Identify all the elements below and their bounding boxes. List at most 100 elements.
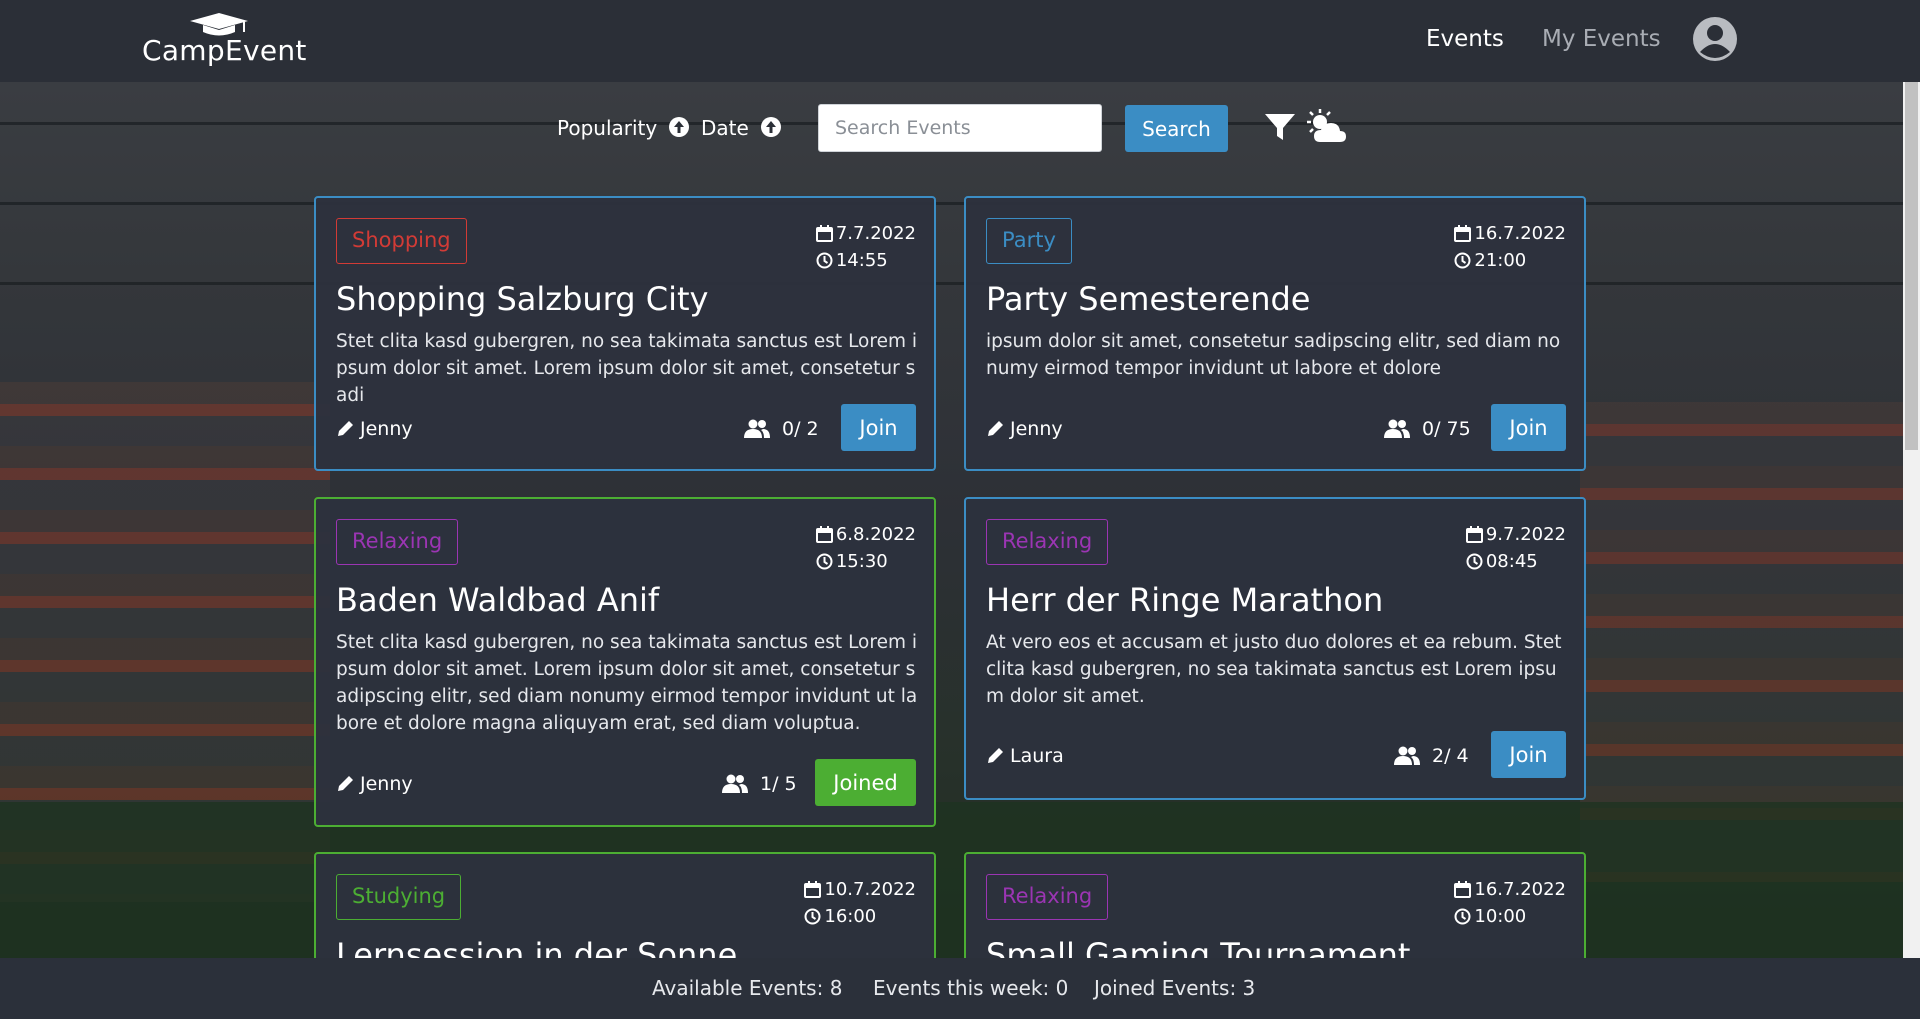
clock-icon: [1466, 553, 1483, 570]
user-avatar-icon[interactable]: [1692, 16, 1738, 62]
event-card[interactable]: Shopping 7.7.2022 14:55 Shopping Salzbur…: [314, 196, 936, 471]
participant-count-value: 0/ 2: [782, 418, 819, 440]
arrow-up-circle-icon[interactable]: [760, 116, 782, 138]
event-date: 16.7.2022: [1474, 223, 1566, 244]
clock-icon: [1454, 908, 1471, 925]
author-name: Laura: [1010, 745, 1064, 767]
event-description: At vero eos et accusam et justo duo dolo…: [986, 632, 1562, 707]
calendar-icon: [1454, 881, 1472, 898]
sort-date-label[interactable]: Date: [701, 116, 749, 140]
scrollbar-thumb[interactable]: [1905, 82, 1918, 450]
event-title: Lernsession in der Sonne: [336, 936, 738, 958]
stats-footer: Available Events: 8 Events this week: 0 …: [0, 958, 1920, 1019]
event-title: Herr der Ringe Marathon: [986, 581, 1384, 619]
category-tag: Shopping: [336, 218, 467, 264]
event-date: 10.7.2022: [824, 879, 916, 900]
calendar-icon: [815, 225, 833, 242]
logo-text: CampEvent: [142, 34, 307, 67]
users-icon: [722, 774, 748, 793]
event-card[interactable]: Party 16.7.2022 21:00 Party Semesterende…: [964, 196, 1586, 471]
event-author: Laura: [986, 745, 1064, 767]
clock-icon: [816, 252, 833, 269]
join-button[interactable]: Join: [1491, 731, 1566, 778]
event-time: 10:00: [1474, 906, 1527, 927]
event-date: 7.7.2022: [835, 223, 916, 244]
event-title: Shopping Salzburg City: [336, 280, 709, 318]
event-time: 14:55: [835, 250, 888, 271]
event-datetime: 6.8.2022 15:30: [815, 521, 916, 575]
users-icon: [1384, 419, 1410, 438]
event-card[interactable]: Relaxing 9.7.2022 08:45 Herr der Ringe M…: [964, 497, 1586, 800]
users-icon: [744, 419, 770, 438]
join-button[interactable]: Join: [841, 404, 916, 451]
event-description: ipsum dolor sit amet, consetetur sadipsc…: [986, 331, 1561, 379]
campevent-logo[interactable]: CampEvent: [140, 12, 306, 70]
event-datetime: 9.7.2022 08:45: [1465, 521, 1566, 575]
event-time: 15:30: [835, 551, 888, 572]
nav-events-link[interactable]: Events: [1426, 26, 1504, 52]
pencil-icon: [988, 421, 1003, 436]
participant-count-value: 2/ 4: [1432, 745, 1469, 767]
graduation-cap-icon: [190, 13, 248, 36]
sort-popularity-label[interactable]: Popularity: [557, 116, 657, 140]
event-author: Jenny: [336, 773, 413, 795]
event-author: Jenny: [336, 418, 413, 440]
participant-count-value: 0/ 75: [1422, 418, 1471, 440]
event-title: Small Gaming Tournament: [986, 936, 1411, 958]
users-icon: [1394, 746, 1420, 765]
event-date: 16.7.2022: [1474, 879, 1566, 900]
event-toolbar: Popularity Date Search: [0, 100, 1903, 156]
participant-count: 2/ 4: [1394, 745, 1469, 767]
event-description: Stet clita kasd gubergren, no sea takima…: [336, 632, 918, 734]
event-title: Baden Waldbad Anif: [336, 581, 660, 619]
pencil-icon: [338, 776, 353, 791]
search-button[interactable]: Search: [1125, 105, 1228, 152]
event-time: 08:45: [1485, 551, 1538, 572]
calendar-icon: [815, 526, 833, 543]
event-title: Party Semesterende: [986, 280, 1311, 318]
author-name: Jenny: [360, 773, 413, 795]
category-tag: Studying: [336, 874, 462, 920]
author-name: Jenny: [360, 418, 413, 440]
participant-count: 1/ 5: [722, 773, 797, 795]
calendar-icon: [1454, 225, 1472, 242]
clock-icon: [804, 908, 821, 925]
event-date: 6.8.2022: [835, 524, 916, 545]
event-author: Jenny: [986, 418, 1063, 440]
event-description: Stet clita kasd gubergren, no sea takima…: [336, 331, 917, 406]
calendar-icon: [1465, 526, 1483, 543]
clock-icon: [816, 553, 833, 570]
weather-icon[interactable]: [1306, 108, 1348, 146]
events-this-week-stat: Events this week: 0: [873, 976, 1069, 1000]
category-tag: Relaxing: [986, 874, 1109, 920]
event-card[interactable]: Relaxing 6.8.2022 15:30 Baden Waldbad An…: [314, 497, 936, 827]
category-tag: Relaxing: [986, 519, 1109, 565]
filter-icon[interactable]: [1264, 112, 1296, 142]
joined-events-stat: Joined Events: 3: [1094, 976, 1256, 1000]
category-tag: Party: [986, 218, 1072, 264]
participant-count: 0/ 2: [744, 418, 819, 440]
event-time: 16:00: [824, 906, 877, 927]
event-datetime: 7.7.2022 14:55: [815, 220, 916, 274]
calendar-icon: [804, 881, 822, 898]
event-card[interactable]: Relaxing 16.7.2022 10:00 Small Gaming To…: [964, 852, 1586, 958]
event-time: 21:00: [1474, 250, 1527, 271]
category-tag: Relaxing: [336, 519, 459, 565]
top-navbar: CampEvent Events My Events: [0, 0, 1920, 82]
join-button[interactable]: Join: [1491, 404, 1566, 451]
available-events-stat: Available Events: 8: [652, 976, 843, 1000]
clock-icon: [1454, 252, 1471, 269]
arrow-up-circle-icon[interactable]: [668, 116, 690, 138]
nav-my-events-link[interactable]: My Events: [1542, 26, 1661, 52]
pencil-icon: [988, 748, 1003, 763]
event-date: 9.7.2022: [1485, 524, 1566, 545]
event-card[interactable]: Studying 10.7.2022 16:00 Lernsession in …: [314, 852, 936, 958]
event-datetime: 16.7.2022 10:00: [1454, 876, 1566, 930]
joined-button[interactable]: Joined: [815, 759, 916, 806]
event-datetime: 16.7.2022 21:00: [1454, 220, 1566, 274]
search-input[interactable]: [818, 104, 1102, 152]
author-name: Jenny: [1010, 418, 1063, 440]
participant-count: 0/ 75: [1384, 418, 1471, 440]
participant-count-value: 1/ 5: [760, 773, 797, 795]
event-datetime: 10.7.2022 16:00: [804, 876, 916, 930]
